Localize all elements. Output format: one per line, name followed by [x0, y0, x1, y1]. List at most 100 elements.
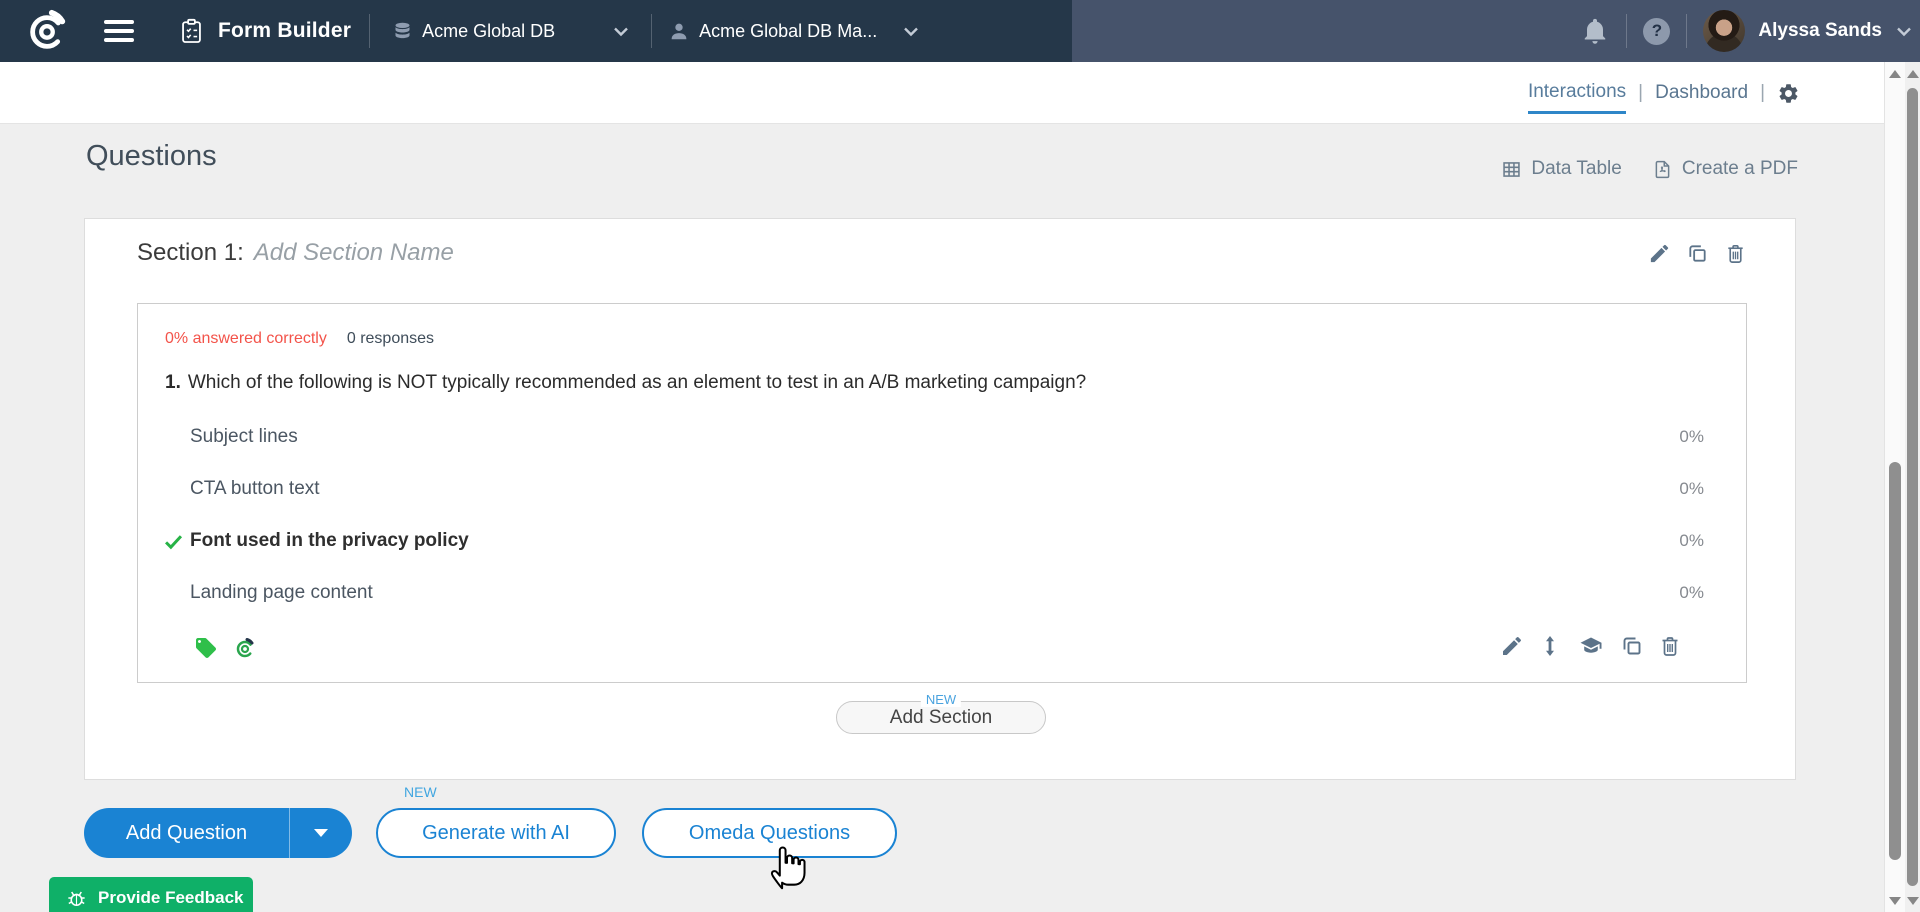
move-question-updown-icon[interactable]: [1538, 634, 1562, 658]
question-text-line: 1. Which of the following is NOT typicall…: [165, 372, 1086, 394]
page-title: Questions: [86, 140, 217, 173]
add-section-new-badge: NEW: [921, 692, 961, 707]
omeda-questions-button[interactable]: Omeda Questions: [642, 808, 897, 858]
answer-label: Subject lines: [190, 426, 298, 448]
page-actions: Data Table Create a PDF: [1501, 158, 1798, 180]
section-card: Section 1: Add Section Name: [84, 218, 1796, 780]
answered-correctly-stat: 0% answered correctly: [165, 330, 327, 348]
answer-label: CTA button text: [190, 478, 320, 500]
form-builder-clipboard-icon: [178, 18, 205, 45]
question-text: Which of the following is NOT typically …: [188, 372, 1086, 393]
top-navbar: Form Builder Acme Global DB: [0, 0, 1920, 62]
database-icon: [392, 21, 413, 42]
answer-row: Landing page content 0%: [190, 580, 1704, 606]
create-pdf-button[interactable]: Create a PDF: [1652, 158, 1798, 180]
help-icon[interactable]: ?: [1643, 18, 1670, 45]
omeda-questions-label: Omeda Questions: [689, 822, 850, 845]
copy-question-icon[interactable]: [1620, 634, 1644, 658]
copy-section-icon[interactable]: [1686, 242, 1709, 265]
user-avatar[interactable]: [1703, 10, 1745, 52]
add-question-button[interactable]: Add Question: [84, 808, 352, 858]
data-table-label: Data Table: [1531, 158, 1622, 180]
correct-check-icon: [163, 531, 184, 552]
answer-label: Landing page content: [190, 582, 373, 604]
answer-label: Font used in the privacy policy: [190, 530, 469, 552]
create-pdf-label: Create a PDF: [1682, 158, 1798, 180]
question-card: 0% answered correctly 0 responses 1. Whic…: [137, 303, 1747, 683]
database-selector[interactable]: Acme Global DB: [392, 19, 633, 43]
app-title: Form Builder: [218, 19, 351, 43]
tab-dashboard[interactable]: Dashboard: [1655, 82, 1748, 104]
answer-row: Subject lines 0%: [190, 424, 1704, 450]
menu-hamburger-icon[interactable]: [104, 20, 134, 42]
edit-question-pencil-icon[interactable]: [1500, 634, 1524, 658]
tab-interactions[interactable]: Interactions: [1528, 81, 1626, 105]
chevron-down-icon: [899, 19, 923, 43]
scroll-down-arrow-icon[interactable]: [1907, 897, 1919, 905]
question-number: 1.: [165, 372, 181, 393]
table-grid-icon: [1501, 159, 1522, 180]
subnav-links: Interactions | Dashboard |: [1528, 62, 1800, 124]
section-header: Section 1: Add Section Name: [137, 239, 1747, 267]
delete-section-trash-icon[interactable]: [1724, 242, 1747, 265]
question-footer-right-icons: [1500, 634, 1682, 658]
bug-icon: [65, 887, 88, 910]
question-stats: 0% answered correctly 0 responses: [165, 330, 434, 348]
edit-section-pencil-icon[interactable]: [1648, 242, 1671, 265]
notifications-bell-icon[interactable]: [1580, 15, 1610, 47]
navbar-divider: [369, 14, 370, 48]
section-label: Section 1:: [137, 239, 244, 267]
question-footer-left-icons: [194, 636, 257, 660]
user-name: Alyssa Sands: [1758, 20, 1882, 42]
answer-row-correct: Font used in the privacy policy 0%: [190, 528, 1704, 554]
outer-scrollbar-thumb[interactable]: [1907, 88, 1918, 886]
main-content: Questions Data Table Create a PDF: [0, 124, 1886, 912]
responses-stat: 0 responses: [347, 330, 434, 348]
add-section-label: Add Section: [890, 707, 992, 729]
chevron-down-icon: [609, 19, 633, 43]
database-selector-label: Acme Global DB: [422, 21, 555, 42]
provide-feedback-label: Provide Feedback: [98, 888, 244, 908]
pdf-file-icon: [1652, 159, 1673, 180]
answer-percent: 0%: [1679, 531, 1704, 551]
profile-selector[interactable]: Acme Global DB Ma...: [668, 19, 923, 43]
inner-scrollbar[interactable]: [1884, 62, 1905, 912]
navbar-right-cluster: ? Alyssa Sands: [1580, 0, 1916, 62]
triangle-down-icon: [314, 829, 328, 837]
section-name-placeholder[interactable]: Add Section Name: [254, 239, 454, 267]
tag-icon[interactable]: [194, 636, 218, 660]
subnav-bar: Interactions | Dashboard |: [0, 62, 1886, 124]
section-actions: [1648, 242, 1747, 265]
scroll-down-arrow-icon[interactable]: [1889, 897, 1901, 905]
grading-graduation-cap-icon[interactable]: [1576, 634, 1606, 658]
subnav-separator: |: [1760, 82, 1765, 104]
generate-with-ai-label: Generate with AI: [422, 822, 570, 845]
scroll-up-arrow-icon[interactable]: [1907, 70, 1919, 78]
settings-gear-icon[interactable]: [1777, 82, 1800, 105]
navbar-divider: [1626, 14, 1627, 48]
scroll-up-arrow-icon[interactable]: [1889, 70, 1901, 78]
add-question-label: Add Question: [84, 822, 289, 845]
omeda-question-icon[interactable]: [233, 636, 257, 660]
generate-with-ai-button[interactable]: Generate with AI: [376, 808, 616, 858]
navbar-divider: [651, 14, 652, 48]
inner-scrollbar-thumb[interactable]: [1889, 462, 1901, 860]
user-menu-chevron-icon[interactable]: [1892, 19, 1916, 43]
outer-scrollbar[interactable]: [1905, 62, 1920, 912]
navbar-divider: [1686, 14, 1687, 48]
omeda-logo-icon[interactable]: [24, 8, 70, 54]
profile-selector-label: Acme Global DB Ma...: [699, 21, 877, 42]
subnav-separator: |: [1638, 82, 1643, 104]
navbar-left-cluster: Form Builder Acme Global DB: [0, 0, 923, 62]
add-question-dropdown-toggle[interactable]: [290, 829, 352, 837]
help-glyph: ?: [1652, 21, 1662, 41]
form-builder-app: Form Builder Acme Global DB: [0, 0, 1920, 912]
delete-question-trash-icon[interactable]: [1658, 634, 1682, 658]
provide-feedback-button[interactable]: Provide Feedback: [49, 877, 253, 912]
data-table-button[interactable]: Data Table: [1501, 158, 1622, 180]
add-section-button[interactable]: NEW Add Section: [836, 701, 1046, 734]
answer-percent: 0%: [1679, 479, 1704, 499]
answer-row: CTA button text 0%: [190, 476, 1704, 502]
answer-percent: 0%: [1679, 583, 1704, 603]
person-icon: [668, 20, 690, 42]
